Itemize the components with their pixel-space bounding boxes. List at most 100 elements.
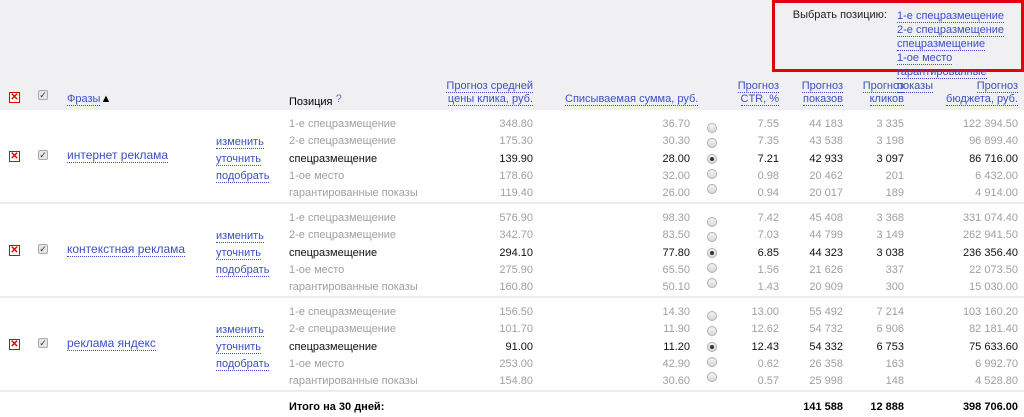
position-row: гарантированные показы 160.80 50.10 1.43 20 … [0, 279, 1024, 296]
position-name: спецразмещение [289, 246, 378, 259]
position-radio[interactable] [707, 311, 717, 321]
charge: 14.30 [662, 306, 690, 318]
position-name: спецразмещение [289, 152, 378, 165]
position-help-link[interactable]: ? [336, 93, 342, 105]
charge: 30.60 [662, 375, 690, 388]
price: 294.10 [499, 246, 533, 259]
position-radio[interactable] [707, 153, 717, 164]
position-name: гарантированные показы [289, 375, 418, 388]
budget: 4 528.80 [975, 375, 1018, 388]
shows-header-line1[interactable]: Прогноз [801, 80, 843, 93]
shows: 54 332 [809, 340, 843, 353]
clicks: 3 368 [876, 212, 904, 224]
clicks: 201 [885, 169, 904, 182]
clicks: 163 [885, 357, 904, 370]
price: 156.50 [499, 306, 533, 318]
total-row: Итого на 30 дней: 141 588 12 888 398 706… [0, 398, 1024, 417]
price: 139.90 [499, 152, 533, 165]
ctr: 7.55 [757, 118, 779, 130]
budget: 15 030.00 [969, 281, 1018, 294]
price-header-line1[interactable]: Прогноз средней [446, 80, 533, 93]
clicks: 3 097 [876, 152, 904, 165]
ctr: 6.85 [757, 246, 779, 259]
clicks-header-line2[interactable]: кликов [869, 93, 904, 106]
shows-header-line2[interactable]: показов [802, 93, 843, 106]
position-radio[interactable] [707, 341, 717, 352]
budget: 6 432.00 [975, 169, 1018, 182]
ctr: 1.43 [757, 281, 779, 294]
price: 119.40 [500, 187, 533, 200]
position-row: 1-е спецразмещение 156.50 14.30 13.00 55 492… [0, 304, 1024, 321]
charge: 77.80 [662, 246, 690, 259]
clicks: 3 149 [876, 229, 904, 242]
budget: 236 356.40 [962, 246, 1018, 259]
charge: 36.70 [662, 118, 690, 130]
ctr-header-line1[interactable]: Прогноз [737, 80, 779, 93]
price: 91.00 [505, 340, 533, 353]
shows: 20 017 [809, 187, 843, 200]
budget: 331 074.40 [962, 212, 1018, 224]
price: 348.80 [499, 118, 533, 130]
charge: 11.90 [663, 323, 690, 336]
charge: 26.00 [662, 187, 690, 200]
position-header: Позиция [289, 96, 333, 108]
clicks: 337 [885, 263, 904, 276]
position-row: 2-е спецразмещение 175.30 30.30 7.35 43 538 3… [0, 133, 1024, 150]
phrases-sort-link[interactable]: Фразы [67, 93, 101, 106]
price: 101.70 [499, 323, 533, 336]
table-header: ✕ ✓ Фразы▲ Позиция ? Прогноз средней цены… [0, 0, 1024, 110]
shows: 55 492 [809, 306, 843, 318]
position-row: 2-е спецразмещение 342.70 83.50 7.03 44 799 3… [0, 227, 1024, 244]
phrase-group: ✕ ✓ интернет реклама изменить уточнить подо… [0, 110, 1024, 204]
total-shows: 141 588 [803, 401, 843, 413]
shows: 44 183 [809, 118, 843, 130]
charge: 65.50 [662, 263, 690, 276]
ctr-header-line2[interactable]: CTR, % [740, 93, 779, 106]
charge: 32.00 [662, 169, 690, 182]
price: 160.80 [499, 281, 533, 294]
total-clicks: 12 888 [870, 401, 904, 413]
clicks: 6 906 [876, 323, 904, 336]
budget-header-line2[interactable]: бюджета, руб. [946, 93, 1018, 106]
clicks: 6 753 [876, 340, 904, 353]
charge: 98.30 [662, 212, 690, 224]
position-radio[interactable] [707, 247, 717, 258]
shows: 43 538 [809, 135, 843, 148]
position-name: гарантированные показы [289, 281, 418, 294]
position-name: 1-е спецразмещение [289, 118, 397, 130]
position-radio[interactable] [707, 168, 717, 179]
budget: 103 160.20 [962, 306, 1018, 318]
position-name: спецразмещение [289, 340, 378, 353]
select-all-checkbox[interactable]: ✓ [38, 90, 48, 100]
position-name: 1-ое место [289, 169, 345, 182]
position-radio[interactable] [707, 262, 717, 273]
budget: 6 992.70 [975, 357, 1018, 370]
ctr: 0.94 [757, 187, 779, 200]
budget: 75 633.60 [969, 340, 1018, 353]
shows: 20 462 [809, 169, 843, 182]
position-radio[interactable] [707, 217, 717, 227]
shows: 42 933 [809, 152, 843, 165]
price-header-line2[interactable]: цены клика, руб. [447, 93, 533, 106]
position-row: гарантированные показы 154.80 30.60 0.57 25 … [0, 373, 1024, 390]
charge-header[interactable]: Списываемая сумма, руб. [565, 93, 699, 106]
budget-header-line1[interactable]: Прогноз [976, 80, 1018, 93]
clicks: 3 038 [876, 246, 904, 259]
total-budget: 398 706.00 [962, 401, 1018, 413]
charge: 42.90 [662, 357, 690, 370]
ctr: 12.62 [751, 323, 779, 336]
shows: 20 909 [809, 281, 843, 294]
ctr: 12.43 [751, 340, 779, 353]
clicks: 3 335 [876, 118, 904, 130]
shows: 54 732 [809, 323, 843, 336]
position-radio[interactable] [707, 123, 717, 133]
price: 275.90 [499, 263, 533, 276]
position-radio[interactable] [707, 356, 717, 367]
delete-all-icon[interactable]: ✕ [9, 92, 20, 103]
clicks-header-line1[interactable]: Прогноз [862, 80, 904, 93]
position-name: 1-ое место [289, 263, 345, 276]
budget: 22 073.50 [969, 263, 1018, 276]
position-row: 1-ое место 178.60 32.00 0.98 20 462 201 6 432.… [0, 168, 1024, 185]
ctr: 0.62 [757, 357, 779, 370]
ctr: 7.21 [757, 152, 779, 165]
